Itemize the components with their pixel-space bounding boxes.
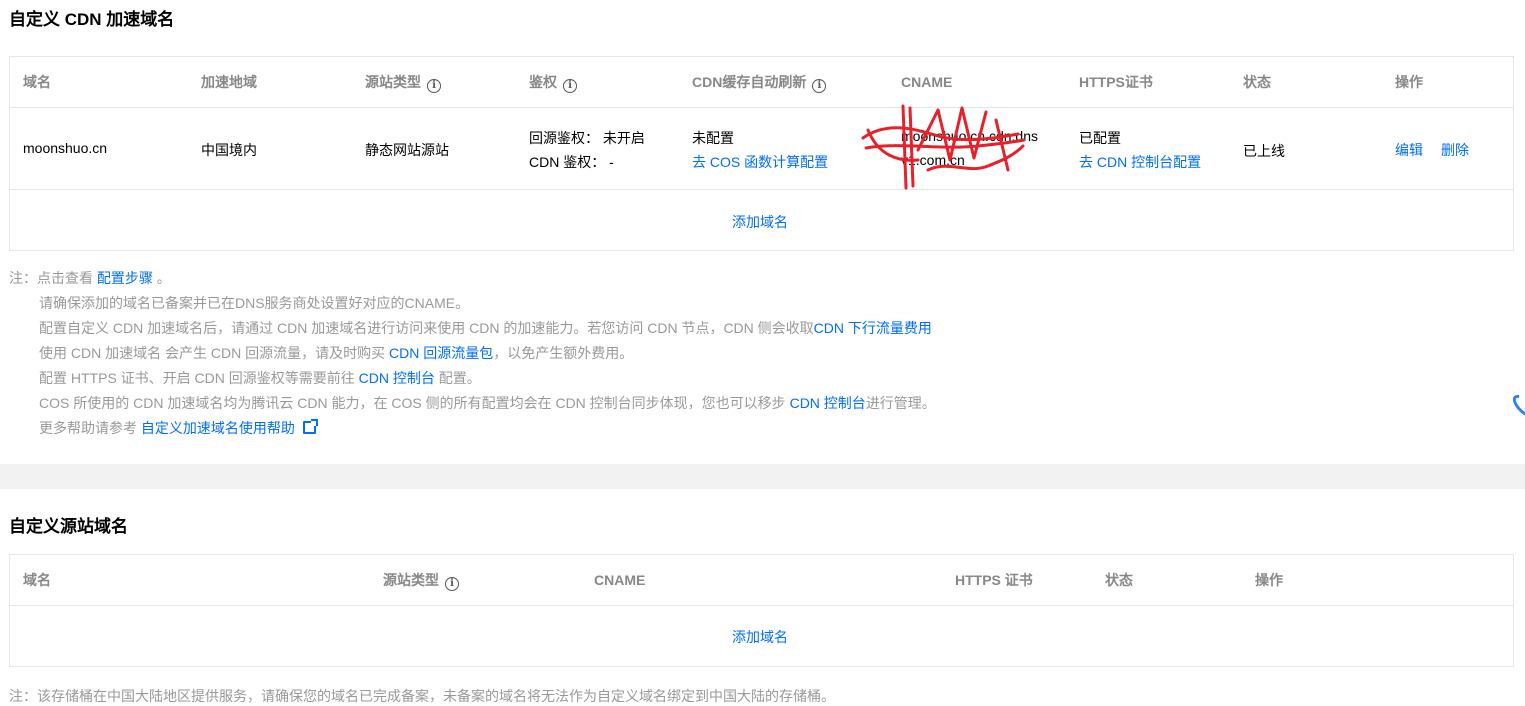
header-auth-label: 鉴权 xyxy=(529,74,557,90)
header-cache-refresh: CDN缓存自动刷新 i xyxy=(692,57,827,107)
header-origin-type: 源站类型 i xyxy=(365,57,441,107)
cos-function-config-link[interactable]: 去 COS 函数计算配置 xyxy=(692,152,828,172)
note-line-3-text: 配置自定义 CDN 加速域名后，请通过 CDN 加速域名进行访问来使用 CDN … xyxy=(39,320,814,336)
row-region: 中国境内 xyxy=(201,142,257,158)
origin-section-title: 自定义源站域名 xyxy=(9,517,128,536)
header-region: 加速地域 xyxy=(201,74,257,90)
header-origin-type: 源站类型 i xyxy=(383,555,459,605)
header-status: 状态 xyxy=(1243,74,1271,90)
note-line-5: 配置 HTTPS 证书、开启 CDN 回源鉴权等需要前往 CDN 控制台 配置。 xyxy=(39,368,481,388)
cdn-downstream-fee-link[interactable]: CDN 下行流量费用 xyxy=(814,320,932,336)
note-line-1: 注：点击查看 配置步骤 。 xyxy=(9,268,171,288)
note-line-5-text: 配置 HTTPS 证书、开启 CDN 回源鉴权等需要前往 xyxy=(39,370,359,386)
header-https: HTTPS证书 xyxy=(1079,74,1153,90)
edit-button[interactable]: 编辑 xyxy=(1395,140,1423,160)
header-status: 状态 xyxy=(1105,572,1133,588)
row-status: 已上线 xyxy=(1243,143,1285,159)
cdn-console-link[interactable]: CDN 控制台 xyxy=(359,370,435,386)
cdn-section-title: 自定义 CDN 加速域名 xyxy=(9,10,175,29)
row-origin-type: 静态网站源站 xyxy=(365,142,449,158)
note-line-7: 更多帮助请参考 自定义加速域名使用帮助 xyxy=(39,418,318,438)
info-circle-icon[interactable]: i xyxy=(812,79,827,93)
cdn-origin-traffic-pack-link[interactable]: CDN 回源流量包 xyxy=(389,345,493,361)
header-cache-refresh-label: CDN缓存自动刷新 xyxy=(692,74,807,90)
origin-footer-note: 注：该存储桶在中国大陆地区提供服务，请确保您的域名已完成备案，未备案的域名将无法… xyxy=(9,688,835,704)
floating-widget-edge[interactable] xyxy=(1509,391,1525,421)
header-actions: 操作 xyxy=(1255,572,1283,588)
note-line-6-text: COS 所使用的 CDN 加速域名均为腾讯云 CDN 能力，在 COS 侧的所有… xyxy=(39,395,790,411)
row-auth-cdn: CDN 鉴权： - xyxy=(529,154,614,170)
info-circle-icon[interactable]: i xyxy=(427,79,441,93)
row-auth-origin: 回源鉴权： 未开启 xyxy=(529,130,645,146)
info-circle-icon[interactable]: i xyxy=(563,79,577,93)
row-refresh-status: 未配置 xyxy=(692,130,734,146)
header-cname: CNAME xyxy=(594,572,646,588)
cdn-console-config-link[interactable]: 去 CDN 控制台配置 xyxy=(1079,152,1201,172)
note-line-6: COS 所使用的 CDN 加速域名均为腾讯云 CDN 能力，在 COS 侧的所有… xyxy=(39,393,936,413)
header-auth: 鉴权 i xyxy=(529,57,577,107)
header-https: HTTPS 证书 xyxy=(955,572,1033,588)
note-line-6-suffix: 进行管理。 xyxy=(865,395,936,411)
add-cdn-domain-button[interactable]: 添加域名 xyxy=(732,212,788,232)
note-suffix: 。 xyxy=(152,270,171,286)
add-origin-domain-button[interactable]: 添加域名 xyxy=(732,627,788,647)
header-actions: 操作 xyxy=(1395,74,1423,90)
header-domain: 域名 xyxy=(23,572,51,588)
origin-table-header: 域名 源站类型 i CNAME HTTPS 证书 状态 操作 xyxy=(10,555,1513,606)
note-line-4: 使用 CDN 加速域名 会产生 CDN 回源流量，请及时购买 CDN 回源流量包… xyxy=(39,343,633,363)
cdn-console-manage-link[interactable]: CDN 控制台 xyxy=(790,395,866,411)
header-origin-type-label: 源站类型 xyxy=(365,74,421,90)
header-origin-type-label: 源站类型 xyxy=(383,572,439,588)
config-steps-link[interactable]: 配置步骤 xyxy=(97,270,153,286)
section-divider xyxy=(0,464,1525,489)
custom-domain-help-link[interactable]: 自定义加速域名使用帮助 xyxy=(141,420,295,436)
row-domain: moonshuo.cn xyxy=(23,140,108,156)
cdn-domain-table: 域名 加速地域 源站类型 i 鉴权 i CDN缓存自动刷新 i CNAME HTTPS… xyxy=(9,56,1514,251)
note-line-5-suffix: 配置。 xyxy=(434,370,481,386)
note-line-7-text: 更多帮助请参考 xyxy=(39,420,141,436)
redaction-scribble xyxy=(861,104,1026,190)
note-line-3: 配置自定义 CDN 加速域名后，请通过 CDN 加速域名进行访问来使用 CDN … xyxy=(39,318,932,338)
info-circle-icon[interactable]: i xyxy=(445,577,459,591)
origin-domain-table: 域名 源站类型 i CNAME HTTPS 证书 状态 操作 添加域名 xyxy=(9,554,1514,667)
note-line-2: 请确保添加的域名已备案并已在DNS服务商处设置好对应的CNAME。 xyxy=(39,295,470,311)
delete-button[interactable]: 删除 xyxy=(1441,140,1469,160)
row-https-status: 已配置 xyxy=(1079,130,1121,146)
external-link-icon[interactable] xyxy=(302,419,318,434)
note-prefix: 注：点击查看 xyxy=(9,270,97,286)
row-divider xyxy=(10,189,1513,190)
note-line-4-text: 使用 CDN 加速域名 会产生 CDN 回源流量，请及时购买 xyxy=(39,345,389,361)
cdn-table-header: 域名 加速地域 源站类型 i 鉴权 i CDN缓存自动刷新 i CNAME HTTPS… xyxy=(10,57,1513,108)
note-line-4-suffix: ，以免产生额外费用。 xyxy=(493,345,634,361)
header-domain: 域名 xyxy=(23,74,51,90)
